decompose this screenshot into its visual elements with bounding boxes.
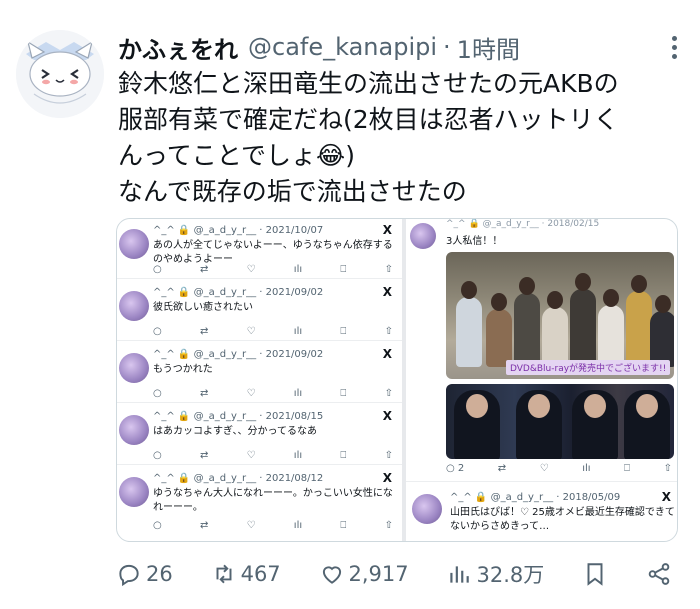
tweet-text-line: んってことでしょ😂) (118, 141, 355, 170)
x-logo-icon: X (382, 347, 392, 361)
embedded-text: 山田氏はぴば！♡ 25歳オメビ最近生存確認できてないからさめきって… (450, 507, 675, 532)
avatar-cat-illustration (16, 30, 104, 118)
embedded-avatar (119, 415, 149, 445)
tweet-actions: 26 467 2,917 32.8万 (116, 556, 672, 592)
embedded-meta: ^_^ 🔒 @_a_d_y_r__ · 2021/10/07 (153, 225, 324, 236)
media-image-1[interactable]: ^_^ 🔒 @_a_d_y_r__ · 2021/10/07 X あの人が全てじ… (117, 219, 402, 541)
group-photo: DVD&Blu-rayが発売中でございます!! (446, 252, 674, 379)
embedded-avatar (119, 291, 149, 321)
embedded-meta: ^_^ 🔒 @_a_d_y_r__ · 2021/09/02 (153, 287, 324, 298)
embedded-tweet: ^_^ 🔒 @_a_d_y_r__ · 2018/02/15 3人私信！！ (406, 219, 677, 249)
embedded-avatar (410, 223, 436, 249)
embedded-avatar (119, 353, 149, 383)
embedded-actions: ○ ⇄ ♡ ılı ⎕ ⇧ (153, 326, 393, 337)
reply-button[interactable]: 26 (116, 561, 173, 587)
embedded-meta: ^_^ 🔒 @_a_d_y_r__ · 2021/08/15 (153, 411, 324, 422)
media-gallery[interactable]: ^_^ 🔒 @_a_d_y_r__ · 2021/10/07 X あの人が全てじ… (116, 218, 678, 542)
x-logo-icon: X (382, 409, 392, 423)
share-icon (648, 563, 670, 585)
retweet-count: 467 (240, 562, 281, 586)
embedded-tweet: ^_^ 🔒 @_a_d_y_r__ · 2021/09/02 X 彼氏欲しい癒さ… (117, 281, 402, 341)
embedded-avatar (412, 494, 442, 524)
x-logo-icon: X (382, 471, 392, 485)
embedded-meta: ^_^ 🔒 @_a_d_y_r__ · 2021/08/12 (153, 473, 324, 484)
retweet-button[interactable]: 467 (211, 561, 281, 587)
x-logo-icon: X (382, 285, 392, 299)
bookmark-icon (587, 563, 603, 586)
embedded-tweet: ^_^ 🔒 @_a_d_y_r__ · 2021/10/07 X あの人が全てじ… (117, 219, 402, 279)
like-button[interactable]: 2,917 (319, 561, 409, 587)
concert-photo (446, 384, 674, 459)
tweet-header: かふぇをれ @cafe_kanapipi · 1時間 (118, 30, 680, 64)
analytics-icon (450, 566, 470, 583)
reply-icon (119, 564, 139, 587)
embedded-avatar (119, 229, 149, 259)
heart-icon (322, 566, 341, 584)
photo-caption: DVD&Blu-rayが発売中でございます!! (506, 360, 671, 375)
retweet-icon (216, 564, 232, 584)
embedded-avatar (119, 477, 149, 507)
more-options-icon[interactable] (670, 36, 678, 64)
display-name[interactable]: かふぇをれ (118, 30, 238, 65)
media-image-2[interactable]: ^_^ 🔒 @_a_d_y_r__ · 2018/02/15 3人私信！！ DV… (406, 219, 677, 541)
tweet-text-line: 服部有菜で確定だね(2枚目は忍者ハットリく (118, 105, 619, 134)
views-count: 32.8万 (476, 563, 545, 587)
embedded-tweet: ^_^ 🔒 @_a_d_y_r__ · 2018/05/09 X 山田氏はぴば！… (406, 481, 677, 541)
embedded-tweet: ^_^ 🔒 @_a_d_y_r__ · 2021/08/12 X ゆうなちゃん大… (117, 467, 402, 541)
embedded-tweet: ^_^ 🔒 @_a_d_y_r__ · 2021/08/15 X はあカッコよす… (117, 405, 402, 465)
views-button[interactable]: 32.8万 (446, 559, 544, 589)
embedded-text: 彼氏欲しい癒されたい (153, 302, 253, 313)
tweet-text-line: 鈴木悠仁と深田竜生の流出させたの元AKBの (118, 69, 619, 98)
embedded-meta: ^_^ 🔒 @_a_d_y_r__ · 2021/09/02 (153, 349, 324, 360)
reply-count: 26 (146, 562, 173, 586)
x-logo-icon: X (661, 490, 671, 504)
embedded-meta: ^_^ 🔒 @_a_d_y_r__ · 2018/02/15 (446, 219, 600, 229)
group-people (452, 272, 674, 367)
embedded-actions: ○ ⇄ ♡ ılı ⎕ ⇧ (153, 450, 393, 461)
embedded-meta: ^_^ 🔒 @_a_d_y_r__ · 2018/05/09 (450, 492, 621, 503)
embedded-text: 3人私信！！ (446, 236, 503, 247)
embedded-text: もうつかれた (153, 364, 213, 375)
tweet-text-line: なんで既存の垢で流出させたの (118, 177, 467, 206)
embedded-actions: ○ ⇄ ♡ ılı ⎕ ⇧ (153, 264, 393, 275)
embedded-tweet: ^_^ 🔒 @_a_d_y_r__ · 2021/09/02 X もうつかれた … (117, 343, 402, 403)
embedded-text: あの人が全てじゃないよーー、ゆうなちゃん依存するのやめようよーー (153, 240, 393, 265)
embedded-actions: ○ ⇄ ♡ ılı ⎕ ⇧ (153, 520, 393, 531)
share-button[interactable] (646, 561, 672, 587)
embedded-actions: ○ 2 ⇄ ♡ ılı ⎕ ⇧ (446, 463, 672, 474)
embedded-text: ゆうなちゃん大人になれーーー。かっこいい女性になれーーー。 (153, 488, 393, 513)
embedded-actions: ○ ⇄ ♡ ılı ⎕ ⇧ (153, 388, 393, 399)
tweet-text: 鈴木悠仁と深田竜生の流出させたの元AKBの 服部有菜で確定だね(2枚目は忍者ハッ… (118, 66, 688, 210)
separator-dot: · (443, 33, 451, 61)
embedded-reply-count: 2 (457, 463, 465, 474)
bookmark-button[interactable] (582, 561, 608, 587)
x-logo-icon: X (382, 223, 392, 237)
embedded-text: はあカッコよすぎ、、分かってるなあ (153, 426, 317, 437)
user-handle[interactable]: @cafe_kanapipi (248, 33, 437, 61)
timestamp[interactable]: 1時間 (457, 30, 520, 65)
avatar[interactable] (16, 30, 104, 118)
like-count: 2,917 (348, 562, 409, 586)
